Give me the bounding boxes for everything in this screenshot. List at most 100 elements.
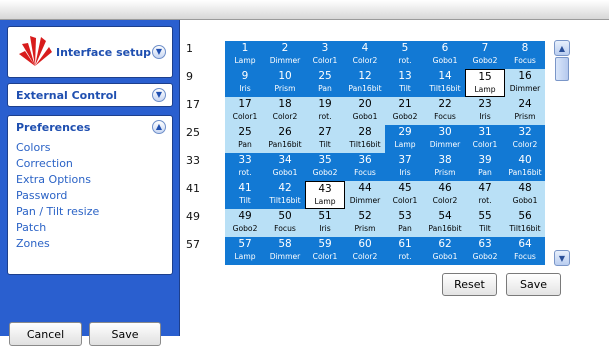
cancel-button[interactable]: Cancel (9, 322, 82, 346)
chevron-up-icon[interactable]: ▲ (152, 120, 166, 134)
preferences-title: Preferences (16, 120, 91, 134)
channel-cell[interactable]: 43 Lamp (305, 181, 345, 209)
channel-function: Pan (478, 168, 492, 177)
channel-cell[interactable]: 30 Dimmer (425, 125, 465, 153)
channel-cell[interactable]: 29 Lamp (385, 125, 425, 153)
channel-cell[interactable]: 49 Gobo2 (225, 209, 265, 237)
channel-cell[interactable]: 39 Pan (465, 153, 505, 181)
pref-item-patch[interactable]: Patch (16, 220, 172, 236)
channel-cell[interactable]: 40 Pan16bit (505, 153, 545, 181)
scroll-thumb[interactable] (555, 57, 569, 81)
arrow-down-icon[interactable]: ▼ (554, 250, 570, 266)
channel-cell[interactable]: 38 Prism (425, 153, 465, 181)
channel-cell[interactable]: 16 Dimmer (505, 69, 545, 97)
channel-cell[interactable]: 25 Pan (225, 125, 265, 153)
channel-number: 35 (318, 154, 332, 166)
channel-cell[interactable]: 26 Pan16bit (265, 125, 305, 153)
channel-cell[interactable]: 45 Color1 (385, 181, 425, 209)
channel-cell[interactable]: 46 Color2 (425, 181, 465, 209)
channel-cell[interactable]: 23 Iris (465, 97, 505, 125)
channel-cell[interactable]: 5 rot. (385, 41, 425, 69)
channel-cell[interactable]: 9 Iris (225, 69, 265, 97)
channel-cell[interactable]: 35 Gobo2 (305, 153, 345, 181)
channel-function: Tilt16bit (509, 224, 541, 233)
channel-cell[interactable]: 59 Color1 (305, 237, 345, 265)
channel-cell[interactable]: 25 Pan (305, 69, 345, 97)
pref-item-correction[interactable]: Correction (16, 156, 172, 172)
channel-cell[interactable]: 51 Iris (305, 209, 345, 237)
pref-item-extra-options[interactable]: Extra Options (16, 172, 172, 188)
channel-cell[interactable]: 3 Color1 (305, 41, 345, 69)
channel-cell[interactable]: 41 Tilt (225, 181, 265, 209)
channel-function: Dimmer (429, 140, 461, 149)
channel-cell[interactable]: 64 Focus (505, 237, 545, 265)
channel-cell[interactable]: 12 Pan16bit (345, 69, 385, 97)
channel-cell[interactable]: 50 Focus (265, 209, 305, 237)
channel-cell[interactable]: 10 Prism (265, 69, 305, 97)
channel-cell[interactable]: 7 Gobo2 (465, 41, 505, 69)
channel-cell[interactable]: 6 Gobo1 (425, 41, 465, 69)
channel-cell[interactable]: 18 Color2 (265, 97, 305, 125)
arrow-up-icon[interactable]: ▲ (554, 40, 570, 56)
channel-cell[interactable]: 27 Tilt (305, 125, 345, 153)
chevron-down-icon[interactable]: ▼ (152, 88, 166, 102)
pref-item-colors[interactable]: Colors (16, 140, 172, 156)
save-button[interactable]: Save (506, 273, 561, 296)
channel-cell[interactable]: 24 Prism (505, 97, 545, 125)
interface-setup-panel[interactable]: Interface setup ▼ (7, 26, 173, 78)
channel-cell[interactable]: 4 Color2 (345, 41, 385, 69)
channel-cell[interactable]: 33 rot. (225, 153, 265, 181)
sidebar-save-button[interactable]: Save (89, 322, 161, 346)
preferences-panel: Preferences ▲ Colors Correction Extra Op… (7, 115, 173, 275)
channel-cell[interactable]: 21 Gobo2 (385, 97, 425, 125)
channel-cell[interactable]: 42 Tilt16bit (265, 181, 305, 209)
channel-cell[interactable]: 17 Color1 (225, 97, 265, 125)
channel-cell[interactable]: 20 Gobo1 (345, 97, 385, 125)
channel-cell[interactable]: 2 Dimmer (265, 41, 305, 69)
channel-cell[interactable]: 13 Tilt (385, 69, 425, 97)
channel-function: Focus (514, 252, 536, 261)
channel-cell[interactable]: 60 Color2 (345, 237, 385, 265)
channel-cell[interactable]: 53 Pan (385, 209, 425, 237)
channel-cell[interactable]: 14 Tilt16bit (425, 69, 465, 97)
channel-cell[interactable]: 44 Dimmer (345, 181, 385, 209)
channel-cell[interactable]: 8 Focus (505, 41, 545, 69)
channel-number: 12 (358, 70, 372, 82)
external-control-panel[interactable]: External Control ▼ (7, 83, 173, 107)
channel-cell[interactable]: 37 Iris (385, 153, 425, 181)
channel-cell[interactable]: 52 Prism (345, 209, 385, 237)
channel-cell[interactable]: 55 Tilt (465, 209, 505, 237)
channel-cell[interactable]: 47 rot. (465, 181, 505, 209)
pref-item-pan-tilt-resize[interactable]: Pan / Tilt resize (16, 204, 172, 220)
channel-cell[interactable]: 15 Lamp (465, 69, 505, 97)
channel-cell[interactable]: 54 Pan16bit (425, 209, 465, 237)
external-control-header[interactable]: External Control ▼ (8, 84, 172, 106)
channel-function: Iris (399, 168, 411, 177)
pref-item-password[interactable]: Password (16, 188, 172, 204)
channel-cell[interactable]: 57 Lamp (225, 237, 265, 265)
channel-cell[interactable]: 62 Gobo1 (425, 237, 465, 265)
channel-cell[interactable]: 31 Color1 (465, 125, 505, 153)
interface-setup-header[interactable]: Interface setup ▼ (8, 27, 172, 77)
channel-cell[interactable]: 48 Gobo1 (505, 181, 545, 209)
pref-item-zones[interactable]: Zones (16, 236, 172, 252)
channel-cell[interactable]: 32 Color2 (505, 125, 545, 153)
channel-function: Color2 (272, 112, 298, 121)
channel-number: 41 (238, 182, 252, 194)
channel-cell[interactable]: 56 Tilt16bit (505, 209, 545, 237)
channel-cell[interactable]: 61 rot. (385, 237, 425, 265)
channel-cell[interactable]: 63 Gobo2 (465, 237, 505, 265)
channel-number: 52 (358, 210, 372, 222)
channel-cell[interactable]: 22 Focus (425, 97, 465, 125)
channel-number: 24 (518, 98, 532, 110)
channel-cell[interactable]: 34 Gobo1 (265, 153, 305, 181)
channel-cell[interactable]: 1 Lamp (225, 41, 265, 69)
channel-cell[interactable]: 58 Dimmer (265, 237, 305, 265)
reset-button[interactable]: Reset (442, 273, 497, 296)
preferences-header[interactable]: Preferences ▲ (8, 116, 172, 138)
grid-scrollbar[interactable]: ▲ ▼ (554, 40, 570, 266)
channel-cell[interactable]: 36 Focus (345, 153, 385, 181)
chevron-down-icon[interactable]: ▼ (152, 45, 166, 59)
channel-cell[interactable]: 28 Tilt16bit (345, 125, 385, 153)
channel-cell[interactable]: 19 rot. (305, 97, 345, 125)
